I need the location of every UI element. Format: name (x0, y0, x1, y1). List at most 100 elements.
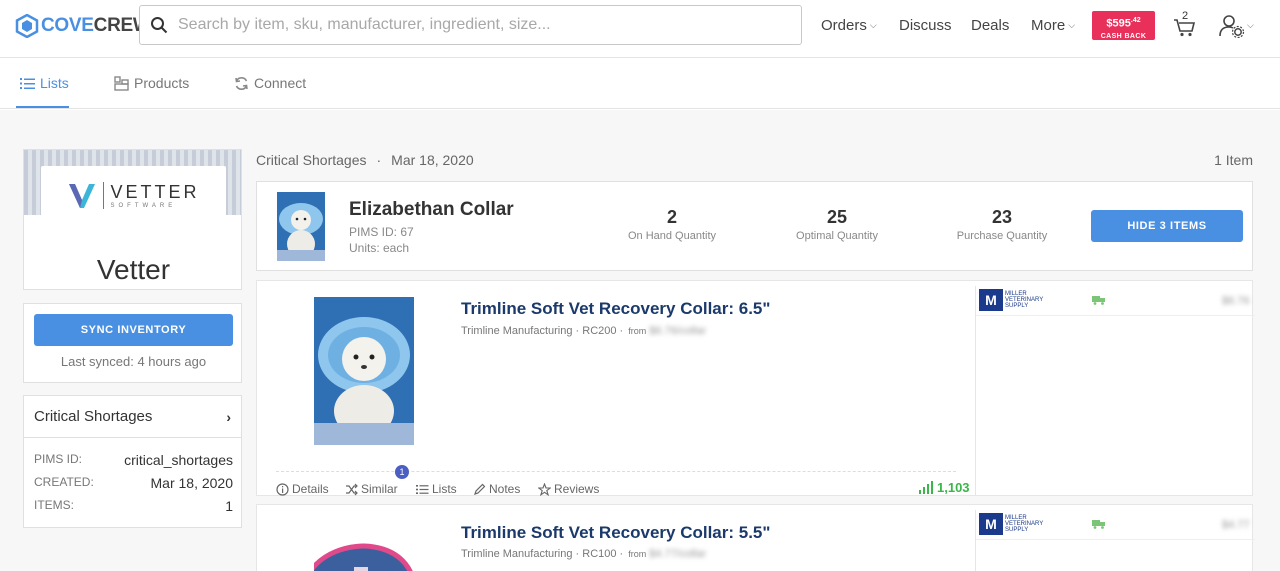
product-title[interactable]: Elizabethan Collar (349, 199, 514, 221)
product-thumbnail[interactable] (277, 192, 325, 261)
list-field-created: CREATED: Mar 18, 2020 (34, 475, 233, 491)
list-field-items: ITEMS: 1 (34, 498, 233, 514)
notes-action[interactable]: Notes (473, 482, 520, 496)
similar-count-badge: 1 (395, 465, 409, 479)
vetter-logo-sub: SOFTWARE (110, 202, 177, 209)
logo-text-cove: COVE (41, 15, 94, 36)
sync-card: SYNC INVENTORY Last synced: 4 hours ago (23, 303, 242, 383)
similar-action[interactable]: Similar (345, 482, 398, 496)
truck-icon (1092, 520, 1105, 529)
nav-discuss[interactable]: Discuss (899, 17, 952, 34)
stock-count: 1,103 (937, 480, 970, 495)
cashback-cents: .42 (1130, 17, 1141, 24)
vendor-row[interactable]: M MILLER VETERINARY SUPPLY $4.77 (976, 510, 1255, 540)
cart-button[interactable]: 2 (1173, 10, 1197, 38)
offer-subtitle: Trimline Manufacturing · RC200 · from $6.… (461, 325, 707, 337)
dog-collar-image (277, 192, 325, 261)
covecrew-logo[interactable]: COVECREW (15, 12, 151, 40)
nav-discuss-label: Discuss (899, 17, 952, 34)
field-value: Mar 18, 2020 (150, 475, 234, 491)
list-title-row[interactable]: Critical Shortages › (24, 396, 241, 438)
vendor-logo: M MILLER VETERINARY SUPPLY (979, 513, 1043, 535)
cart-count: 2 (1182, 10, 1189, 22)
vetter-v-logo-icon (69, 184, 96, 208)
chevron-down-icon: ⌵ (1068, 20, 1076, 30)
field-value: critical_shortages (124, 452, 233, 468)
list-icon (20, 77, 35, 89)
list-title: Critical Shortages (34, 408, 153, 425)
pencil-icon (474, 483, 486, 495)
nav-orders[interactable]: Orders ⌵ (821, 17, 877, 34)
nav-more-label: More (1031, 17, 1066, 34)
vendor-price-hidden: $6.76 (1222, 295, 1250, 307)
vendor-panel: M MILLER VETERINARY SUPPLY $6.76 (975, 286, 1255, 496)
list-details-card: Critical Shortages › PIMS ID: critical_s… (23, 395, 242, 528)
tab-lists-label: Lists (40, 75, 69, 91)
offer-product-image[interactable] (314, 521, 414, 571)
vendor-mark: M (979, 513, 1003, 535)
search-input[interactable] (178, 16, 778, 34)
cashback-label: CASH BACK (1100, 32, 1147, 40)
offer-sku: RC200 (582, 325, 617, 337)
vetter-logo-word: VETTER (110, 181, 200, 202)
field-key: CREATED: (34, 475, 94, 489)
vendor-mark: M (979, 289, 1003, 311)
chevron-right-icon: › (226, 408, 231, 425)
search-icon (151, 17, 168, 34)
vendor-price-hidden: $4.77 (1222, 519, 1250, 531)
hide-items-button[interactable]: HIDE 3 ITEMS (1091, 210, 1243, 242)
vendor-logo: M MILLER VETERINARY SUPPLY (979, 289, 1043, 311)
offer-actions: Details Similar 1 Lists Notes Reviews 1,… (276, 465, 970, 496)
tab-lists[interactable]: Lists (20, 75, 69, 91)
nav-deals[interactable]: Deals (971, 17, 1009, 34)
dog-collar-image (314, 297, 414, 445)
signal-bars-icon (919, 481, 933, 494)
offer-manufacturer[interactable]: Trimline Manufacturing (461, 325, 572, 337)
optimal-label: Optimal Quantity (796, 230, 878, 242)
details-label: Details (292, 482, 329, 496)
nav-more[interactable]: More ⌵ (1031, 17, 1075, 34)
field-key: PIMS ID: (34, 452, 83, 466)
reviews-label: Reviews (554, 482, 600, 496)
collar-image (314, 543, 413, 571)
sync-inventory-button[interactable]: SYNC INVENTORY (34, 314, 233, 346)
offer-title[interactable]: Trimline Soft Vet Recovery Collar: 6.5" (461, 299, 770, 319)
offer-card: Trimline Soft Vet Recovery Collar: 5.5" … (256, 504, 1255, 571)
offer-title[interactable]: Trimline Soft Vet Recovery Collar: 5.5" (461, 523, 770, 543)
cashback-badge[interactable]: $595.42 CASH BACK (1092, 11, 1155, 40)
list-icon (416, 484, 429, 494)
offer-price-hidden: $6.76/collar (649, 325, 707, 337)
lists-label: Lists (432, 482, 457, 496)
vendor-name: SUPPLY (1005, 303, 1029, 309)
info-icon (276, 482, 289, 496)
connect-icon (235, 76, 248, 90)
vendor-name: SUPPLY (1005, 527, 1029, 533)
nav-orders-label: Orders (821, 17, 867, 34)
tab-connect[interactable]: Connect (234, 75, 306, 91)
vendor-row[interactable]: M MILLER VETERINARY SUPPLY $6.76 (976, 286, 1255, 316)
account-menu-button[interactable] (1219, 14, 1245, 39)
reviews-action[interactable]: Reviews (538, 482, 599, 496)
last-synced-text: Last synced: 4 hours ago (60, 354, 207, 369)
breadcrumb: Critical Shortages · Mar 18, 2020 (256, 152, 474, 168)
offer-product-image[interactable] (314, 297, 414, 445)
integration-brand-card: VETTER SOFTWARE Vetter (23, 149, 242, 290)
shuffle-icon (346, 483, 358, 495)
chevron-down-icon[interactable]: ⌵ (1247, 20, 1254, 31)
tab-products[interactable]: Products (114, 75, 189, 91)
stock-indicator: 1,103 (919, 480, 970, 495)
nav-deals-label: Deals (971, 17, 1010, 34)
tab-products-label: Products (134, 75, 190, 91)
list-field-pims-id: PIMS ID: critical_shortages (34, 452, 233, 468)
cashback-amount: $595 (1106, 17, 1131, 30)
chevron-down-icon: ⌵ (869, 20, 877, 30)
details-action[interactable]: Details (276, 482, 329, 496)
purchase-quantity: 23 Purchase Quantity (922, 207, 1082, 242)
product-summary-card: Elizabethan Collar PIMS ID: 67 Units: ea… (256, 181, 1253, 271)
product-units: Units: each (349, 241, 410, 255)
breadcrumb-separator: · (376, 152, 382, 168)
lists-action[interactable]: Lists (416, 482, 457, 496)
similar-label: Similar (361, 482, 398, 496)
offer-manufacturer[interactable]: Trimline Manufacturing (461, 548, 572, 560)
breadcrumb-list[interactable]: Critical Shortages (256, 152, 367, 168)
